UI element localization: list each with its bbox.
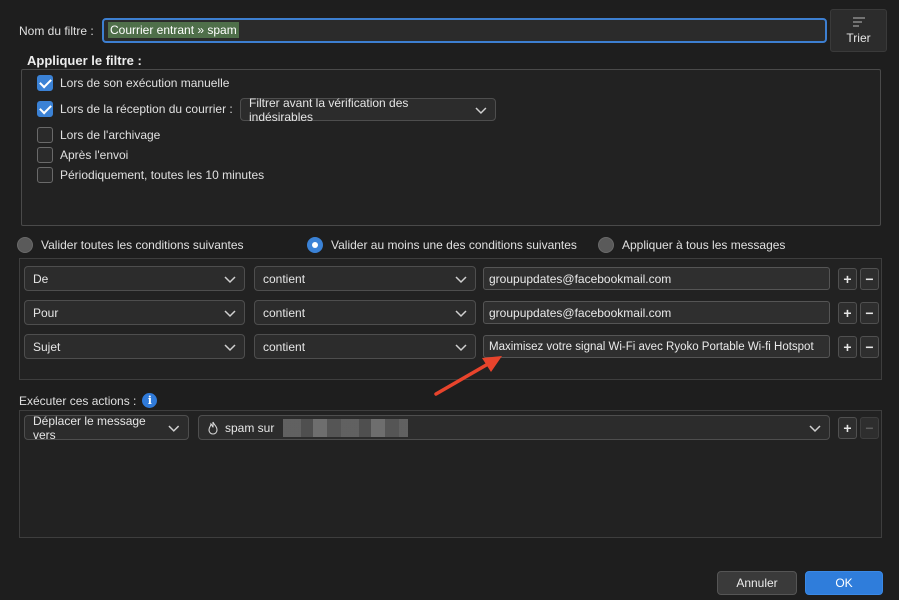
condition-operator-dropdown[interactable]: contient bbox=[254, 300, 476, 325]
condition-operator-dropdown[interactable]: contient bbox=[254, 266, 476, 291]
checkbox-periodic[interactable] bbox=[37, 167, 53, 183]
condition-value-input[interactable]: groupupdates@facebookmail.com bbox=[483, 267, 830, 290]
sort-lines-icon bbox=[852, 17, 865, 27]
condition-value-text: groupupdates@facebookmail.com bbox=[489, 271, 672, 286]
add-condition-button[interactable]: + bbox=[838, 336, 857, 358]
add-condition-button[interactable]: + bbox=[838, 268, 857, 290]
condition-value-text: Maximisez votre signal Wi-Fi avec Ryoko … bbox=[489, 340, 814, 353]
option-after-send-label: Après l'envoi bbox=[60, 148, 129, 162]
option-on-receive-label: Lors de la réception du courrier : bbox=[60, 102, 233, 116]
condition-field-dropdown[interactable]: De bbox=[24, 266, 245, 291]
radio-all-messages-label: Appliquer à tous les messages bbox=[622, 238, 786, 252]
chevron-down-icon bbox=[224, 343, 236, 351]
condition-operator-value: contient bbox=[263, 339, 306, 354]
option-periodic-label: Périodiquement, toutes les 10 minutes bbox=[60, 168, 265, 182]
sort-button[interactable]: Trier bbox=[830, 9, 887, 52]
option-archive-label: Lors de l'archivage bbox=[60, 128, 161, 142]
action-target: spam sur bbox=[207, 418, 409, 437]
reception-mode-dropdown[interactable]: Filtrer avant la vérification des indési… bbox=[240, 95, 496, 124]
radio-match-any-label: Valider au moins une des conditions suiv… bbox=[331, 238, 577, 252]
chevron-down-icon bbox=[455, 275, 467, 283]
radio-match-any-button[interactable] bbox=[307, 237, 323, 253]
option-manual-run[interactable]: Lors de son exécution manuelle bbox=[37, 75, 229, 91]
condition-operator-value: contient bbox=[263, 271, 306, 286]
action-type-dropdown[interactable]: Déplacer le message vers bbox=[24, 413, 189, 442]
condition-field-value: Sujet bbox=[33, 339, 61, 354]
filter-name-input[interactable]: Courrier entrant » spam bbox=[102, 18, 827, 43]
radio-all-messages-button[interactable] bbox=[598, 237, 614, 253]
spam-flame-icon bbox=[208, 421, 218, 435]
checkbox-on-receive[interactable] bbox=[37, 101, 53, 117]
actions-label: Exécuter ces actions : i bbox=[19, 393, 158, 408]
reception-mode-value: Filtrer avant la vérification des indési… bbox=[249, 95, 409, 124]
chevron-down-icon bbox=[475, 106, 487, 114]
chevron-down-icon bbox=[809, 424, 821, 432]
chevron-down-icon bbox=[168, 425, 180, 432]
add-action-button[interactable]: + bbox=[838, 417, 857, 439]
action-target-dropdown[interactable]: spam sur bbox=[198, 415, 830, 440]
option-archive[interactable]: Lors de l'archivage bbox=[37, 127, 160, 143]
sort-button-label: Trier bbox=[846, 31, 871, 45]
cancel-button[interactable]: Annuler bbox=[717, 571, 797, 595]
radio-match-all-button[interactable] bbox=[17, 237, 33, 253]
condition-field-value: Pour bbox=[33, 305, 59, 320]
option-periodic[interactable]: Périodiquement, toutes les 10 minutes bbox=[37, 167, 264, 183]
ok-button[interactable]: OK bbox=[805, 571, 883, 595]
apply-filter-box bbox=[21, 69, 881, 226]
radio-match-all[interactable]: Valider toutes les conditions suivantes bbox=[17, 237, 244, 253]
remove-condition-button[interactable]: − bbox=[860, 268, 879, 290]
remove-condition-button[interactable]: − bbox=[860, 302, 879, 324]
action-type-value: Déplacer le message vers bbox=[33, 413, 146, 442]
checkbox-manual-run[interactable] bbox=[37, 75, 53, 91]
checkbox-archive[interactable] bbox=[37, 127, 53, 143]
condition-field-dropdown[interactable]: Pour bbox=[24, 300, 245, 325]
radio-all-messages[interactable]: Appliquer à tous les messages bbox=[598, 237, 785, 253]
condition-operator-value: contient bbox=[263, 305, 306, 320]
red-arrow-annotation bbox=[434, 356, 502, 396]
radio-match-all-label: Valider toutes les conditions suivantes bbox=[41, 238, 244, 252]
remove-action-button[interactable]: − bbox=[860, 417, 879, 439]
filter-name-label: Nom du filtre : bbox=[19, 24, 94, 38]
condition-value-input[interactable]: groupupdates@facebookmail.com bbox=[483, 301, 830, 324]
condition-field-value: De bbox=[33, 271, 49, 286]
add-condition-button[interactable]: + bbox=[838, 302, 857, 324]
chevron-down-icon bbox=[455, 309, 467, 317]
action-target-value: spam sur bbox=[225, 420, 275, 435]
remove-condition-button[interactable]: − bbox=[860, 336, 879, 358]
actions-label-text: Exécuter ces actions : bbox=[19, 393, 137, 408]
condition-field-dropdown[interactable]: Sujet bbox=[24, 334, 245, 359]
filter-name-value: Courrier entrant » spam bbox=[108, 22, 239, 38]
option-manual-run-label: Lors de son exécution manuelle bbox=[60, 76, 230, 90]
info-icon[interactable]: i bbox=[142, 393, 158, 408]
checkbox-after-send[interactable] bbox=[37, 147, 53, 163]
condition-value-text: groupupdates@facebookmail.com bbox=[489, 305, 672, 320]
chevron-down-icon bbox=[224, 275, 236, 283]
radio-match-any[interactable]: Valider au moins une des conditions suiv… bbox=[307, 237, 577, 253]
chevron-down-icon bbox=[224, 309, 236, 317]
option-on-receive[interactable]: Lors de la réception du courrier : bbox=[37, 101, 233, 117]
condition-value-input[interactable]: Maximisez votre signal Wi-Fi avec Ryoko … bbox=[483, 335, 830, 358]
apply-filter-title: Appliquer le filtre : bbox=[27, 53, 142, 68]
redacted-account-name bbox=[283, 418, 409, 437]
option-after-send[interactable]: Après l'envoi bbox=[37, 147, 128, 163]
